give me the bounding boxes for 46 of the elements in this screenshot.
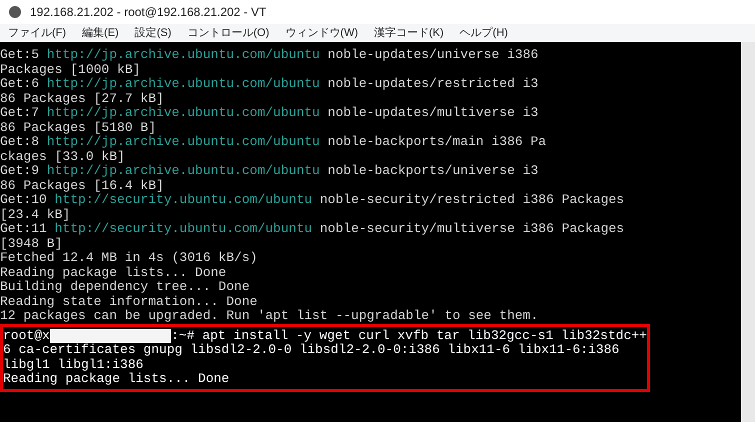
terminal-text: noble-security/multiverse i386 Packages	[318, 222, 624, 236]
terminal-text: Get:11	[0, 222, 48, 236]
terminal-text: Get:9	[0, 164, 40, 178]
terminal-text: [23.4 kB]	[0, 208, 70, 222]
url-text: http://jp.archive.ubuntu.com/ubuntu	[46, 135, 320, 150]
terminal-text: Reading package lists... Done	[0, 266, 226, 280]
terminal-text: 12 packages can be upgraded. Run 'apt list --upgradable' to see them.	[0, 309, 538, 324]
terminal-text: libgl1 libgl1:i386	[3, 358, 144, 372]
terminal-text: :~# apt install -y wget curl xvfb tar lib32gcc-s1 lib32stdc++	[171, 328, 647, 343]
terminal-text: [3948 B]	[0, 236, 62, 251]
terminal-text: 86 Packages [5180 B]	[0, 120, 156, 135]
terminal-text: Get:8	[0, 135, 40, 150]
menu-item[interactable]: 漢字コード(K)	[374, 24, 444, 42]
terminal-text: noble-updates/restricted i3	[326, 77, 538, 92]
terminal-text: Get:7	[0, 106, 40, 120]
terminal-text: Reading state information... Done	[0, 294, 258, 309]
menu-item[interactable]: 設定(S)	[134, 24, 172, 42]
terminal-text: Fetched 12.4 MB in 4s (3016 kB/s)	[0, 251, 258, 266]
terminal-text: noble-security/restricted i386 Packages	[318, 193, 624, 208]
menu-item[interactable]: ファイル(F)	[8, 24, 66, 42]
terminal-text: Packages [1000 kB]	[0, 62, 140, 77]
url-text: http://jp.archive.ubuntu.com/ubuntu	[46, 77, 320, 92]
terminal-text: 6 ca-certificates gnupg libsdl2-2.0-0 libsdl2-2.0-0:i386 libx11-6 libx11-6:i386	[3, 343, 620, 358]
terminal-text: noble-updates/universe i386	[326, 48, 538, 62]
menu-item[interactable]: コントロール(O)	[187, 24, 270, 42]
menu-item[interactable]: ヘルプ(H)	[460, 24, 508, 42]
terminal-text: root@x	[3, 328, 50, 343]
terminal-text: Get:6	[0, 77, 40, 92]
terminal-text: 86 Packages [27.7 kB]	[0, 92, 164, 106]
menu-item[interactable]: 編集(E)	[82, 24, 119, 42]
terminal-text: Reading package lists... Done	[3, 372, 230, 386]
url-text: http://jp.archive.ubuntu.com/ubuntu	[46, 164, 320, 178]
terminal-text: Get:5	[0, 48, 40, 62]
terminal-text: noble-backports/universe i3	[326, 164, 538, 178]
terminal-text: ckages [33.0 kB]	[0, 150, 125, 164]
terminal-text: noble-updates/multiverse i3	[326, 106, 538, 120]
window-title: 192.168.21.202 - root@192.168.21.202 - VT	[30, 4, 266, 21]
terminal-text: Get:10	[0, 193, 48, 208]
menu-item[interactable]: ウィンドウ(W)	[285, 24, 358, 42]
url-text: http://security.ubuntu.com/ubuntu	[54, 222, 312, 236]
url-text: http://security.ubuntu.com/ubuntu	[54, 193, 312, 208]
terminal-text: 86 Packages [16.4 kB]	[0, 178, 164, 193]
terminal-text: noble-backports/main i386 Pa	[326, 135, 546, 150]
url-text: http://jp.archive.ubuntu.com/ubuntu	[46, 48, 320, 62]
terminal-text: Building dependency tree... Done	[0, 280, 250, 294]
url-text: http://jp.archive.ubuntu.com/ubuntu	[46, 106, 320, 120]
